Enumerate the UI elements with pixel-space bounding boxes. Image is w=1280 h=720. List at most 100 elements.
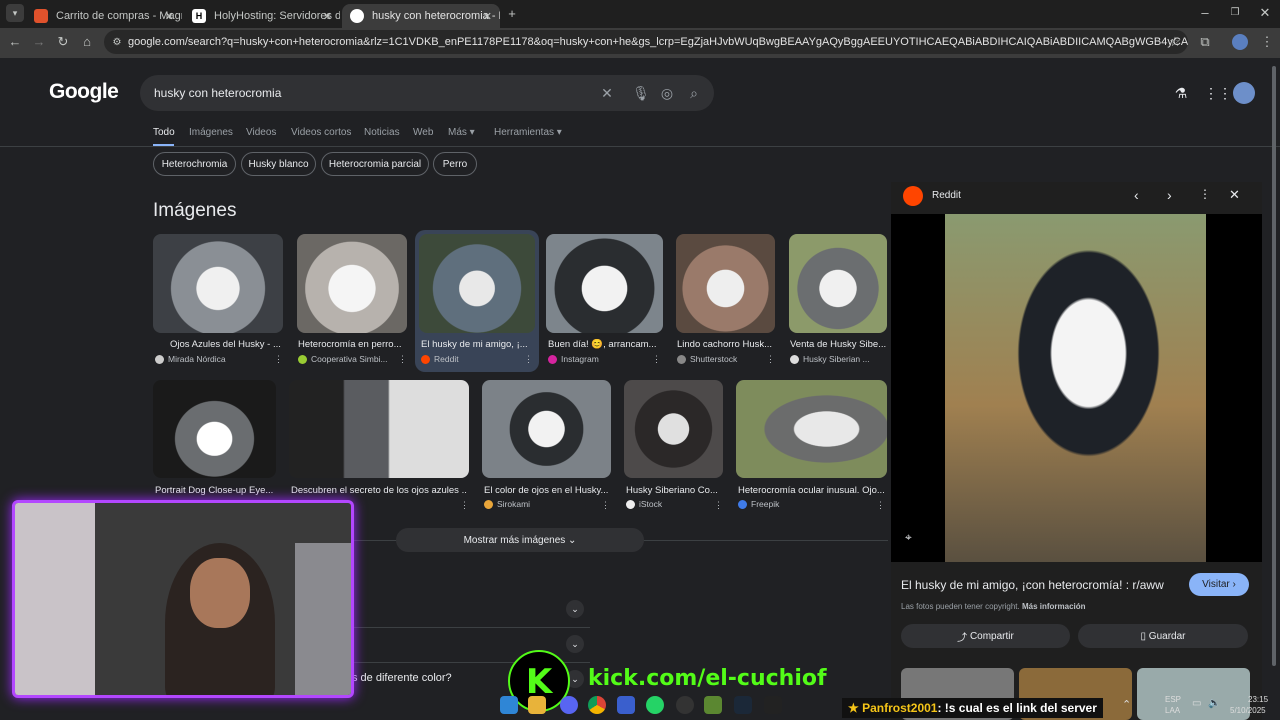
labs-flask-icon[interactable]: ⚗ xyxy=(1172,84,1190,102)
preview-title[interactable]: El husky de mi amigo, ¡con heterocromía!… xyxy=(901,578,1164,592)
image-result[interactable] xyxy=(153,234,283,333)
bookmark-star-icon[interactable]: ☆ xyxy=(1166,33,1184,51)
image-result[interactable] xyxy=(676,234,775,333)
save-button[interactable]: ▯ Guardar xyxy=(1078,624,1248,648)
more-options-icon[interactable]: ⋮ xyxy=(714,500,723,511)
clock-time[interactable]: 23:15 xyxy=(1248,695,1268,704)
image-result[interactable] xyxy=(482,380,611,478)
image-result[interactable] xyxy=(789,234,887,333)
language-indicator[interactable]: ESP xyxy=(1165,695,1181,704)
tray-up-icon[interactable]: ⌃ xyxy=(1122,698,1131,711)
google-logo[interactable]: Google xyxy=(49,80,119,104)
close-icon[interactable]: ✕ xyxy=(165,10,174,23)
chip-heterocromia-parcial[interactable]: Heterocromia parcial xyxy=(321,152,429,176)
reload-icon[interactable]: ↻ xyxy=(54,33,72,51)
apps-grid-icon[interactable]: ⋮⋮ xyxy=(1204,84,1232,102)
new-tab-icon[interactable]: + xyxy=(503,5,521,23)
image-caption[interactable]: El husky de mi amigo, ¡... xyxy=(421,339,531,350)
address-bar[interactable]: google.com/search?q=husky+con+heterocrom… xyxy=(104,30,1188,54)
discord-icon[interactable] xyxy=(560,696,578,714)
back-icon[interactable]: ← xyxy=(6,33,24,51)
more-options-icon[interactable]: ⋮ xyxy=(274,354,283,365)
previous-icon[interactable]: ‹ xyxy=(1134,187,1139,203)
panel-source[interactable]: Reddit xyxy=(932,190,961,201)
more-options-icon[interactable]: ⋮ xyxy=(524,354,533,365)
image-result[interactable] xyxy=(289,380,469,478)
keyboard-layout[interactable]: LAA xyxy=(1165,706,1180,715)
tab-news[interactable]: Noticias xyxy=(364,127,400,138)
image-result[interactable] xyxy=(297,234,407,333)
more-options-icon[interactable]: ⋮ xyxy=(876,500,885,511)
account-avatar[interactable] xyxy=(1233,82,1255,104)
tab-2[interactable]: H HolyHosting: Servidores de Mi ✕ xyxy=(184,4,340,28)
image-caption[interactable]: Buen día! 😊, arrancam... xyxy=(548,339,658,350)
forward-icon[interactable]: → xyxy=(30,33,48,51)
obs-icon[interactable] xyxy=(676,696,694,714)
home-icon[interactable]: ⌂ xyxy=(78,33,96,51)
show-more-images-button[interactable]: Mostrar más imágenes ⌄ xyxy=(396,528,644,552)
scrollbar[interactable] xyxy=(1272,66,1276,666)
close-icon[interactable]: ✕ xyxy=(323,10,332,23)
minimize-icon[interactable]: – xyxy=(1196,4,1214,22)
tab-tools[interactable]: Herramientas ▾ xyxy=(494,127,562,138)
tab-list-icon[interactable]: ▾ xyxy=(6,4,24,22)
whatsapp-icon[interactable] xyxy=(646,696,664,714)
restore-icon[interactable]: ❐ xyxy=(1226,4,1244,22)
extensions-icon[interactable]: ⧉ xyxy=(1196,33,1214,51)
close-icon[interactable]: ✕ xyxy=(483,10,492,23)
search-input[interactable]: husky con heterocromia xyxy=(140,75,714,111)
more-options-icon[interactable]: ⋮ xyxy=(766,354,775,365)
windows-start-icon[interactable] xyxy=(500,696,518,714)
next-icon[interactable]: › xyxy=(1167,187,1172,203)
lens-search-icon[interactable]: ⌖ xyxy=(905,530,912,545)
tab-web[interactable]: Web xyxy=(413,127,433,138)
image-result[interactable] xyxy=(546,234,663,333)
tab-more[interactable]: Más ▾ xyxy=(448,127,475,138)
window-close-icon[interactable]: ✕ xyxy=(1256,4,1274,22)
site-info-icon[interactable]: ⚙ xyxy=(108,34,126,52)
image-caption[interactable]: Heterocromía ocular inusual. Ojo... xyxy=(738,485,884,496)
steam-icon[interactable] xyxy=(734,696,752,714)
menu-kebab-icon[interactable]: ⋮ xyxy=(1258,33,1276,51)
chip-heterochromia[interactable]: Heterochromia xyxy=(153,152,236,176)
chip-husky-blanco[interactable]: Husky blanco xyxy=(241,152,316,176)
chevron-down-icon[interactable]: ⌄ xyxy=(566,600,584,618)
more-options-icon[interactable]: ⋮ xyxy=(1199,187,1211,201)
tab-images[interactable]: Imágenes xyxy=(189,127,233,138)
visit-button[interactable]: Visitar › xyxy=(1189,573,1249,596)
image-caption[interactable]: Lindo cachorro Husk... xyxy=(677,339,773,350)
tab-3[interactable]: husky con heterocromia - Busc ✕ xyxy=(342,4,500,28)
close-icon[interactable]: ✕ xyxy=(1229,187,1240,203)
image-result-selected[interactable] xyxy=(419,234,535,333)
image-caption[interactable]: El color de ojos en el Husky... xyxy=(484,485,608,496)
image-caption[interactable]: Husky Siberiano Co... xyxy=(626,485,722,496)
husky-preview-image[interactable] xyxy=(945,214,1206,562)
lens-icon[interactable]: ◎ xyxy=(658,84,676,102)
image-caption[interactable]: Heterocromía en perro... xyxy=(298,339,404,350)
tab-videos[interactable]: Videos xyxy=(246,127,276,138)
minecraft-icon[interactable] xyxy=(704,696,722,714)
clear-icon[interactable]: ✕ xyxy=(598,84,616,102)
image-caption[interactable]: Descubren el secreto de los ojos azules … xyxy=(291,485,467,496)
image-caption[interactable]: Ojos Azules del Husky - ... xyxy=(170,339,282,350)
more-info-link[interactable]: Más información xyxy=(1022,602,1086,611)
search-icon[interactable]: ⌕ xyxy=(685,84,703,102)
image-caption[interactable]: Portrait Dog Close-up Eye... xyxy=(155,485,273,496)
faq-question-3[interactable]: s de diferente color? xyxy=(352,672,452,684)
image-caption[interactable]: Venta de Husky Sibe... xyxy=(790,339,886,350)
file-explorer-icon[interactable] xyxy=(528,696,546,714)
network-icon[interactable]: ▭ xyxy=(1192,698,1201,709)
profile-avatar[interactable] xyxy=(1232,34,1248,50)
microphone-icon[interactable]: 🎙 xyxy=(632,84,650,102)
more-options-icon[interactable]: ⋮ xyxy=(460,500,469,511)
image-result[interactable] xyxy=(153,380,276,478)
image-result[interactable] xyxy=(736,380,887,478)
image-result[interactable] xyxy=(624,380,723,478)
chip-perro[interactable]: Perro xyxy=(433,152,477,176)
tab-all[interactable]: Todo xyxy=(153,127,175,138)
app-icon[interactable] xyxy=(617,696,635,714)
more-options-icon[interactable]: ⋮ xyxy=(398,354,407,365)
tab-1[interactable]: Carrito de compras - Magmang ✕ xyxy=(26,4,182,28)
more-options-icon[interactable]: ⋮ xyxy=(601,500,610,511)
chrome-icon[interactable] xyxy=(588,696,606,714)
